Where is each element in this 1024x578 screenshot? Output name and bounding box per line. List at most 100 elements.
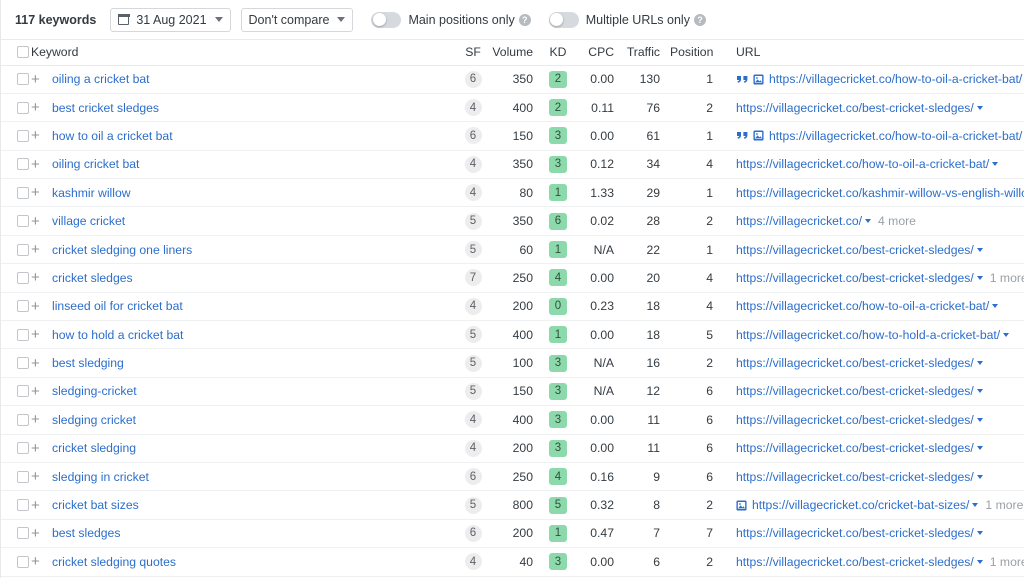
multiple-urls-only-toggle[interactable] (548, 11, 579, 28)
more-urls-link[interactable]: 4 more (878, 214, 916, 228)
date-picker-button[interactable]: 31 Aug 2021 (110, 7, 231, 32)
keyword-link[interactable]: best sledging (52, 356, 124, 370)
keyword-link[interactable]: cricket sledging quotes (52, 555, 176, 569)
table-row[interactable]: + best sledges 6 200 1 0.47 7 7 https://villagec… (1, 519, 1024, 549)
chevron-down-icon[interactable] (976, 417, 983, 422)
row-checkbox[interactable] (17, 300, 29, 313)
keyword-link[interactable]: best cricket sledges (52, 101, 159, 115)
select-all-checkbox[interactable] (17, 46, 29, 59)
add-keyword-icon[interactable]: + (31, 72, 45, 87)
keyword-link[interactable]: sledging in cricket (52, 470, 149, 484)
row-checkbox[interactable] (17, 328, 29, 341)
url-link[interactable]: https://villagecricket.co/best-cricket-s… (736, 555, 974, 569)
question-mark-icon[interactable]: ? (518, 13, 531, 26)
chevron-down-icon[interactable] (992, 304, 999, 309)
keyword-link[interactable]: sledging-cricket (52, 384, 137, 398)
add-keyword-icon[interactable]: + (31, 128, 45, 143)
table-row[interactable]: + sledging cricket 4 400 3 0.00 11 6 https://vil… (1, 405, 1024, 435)
row-checkbox[interactable] (17, 186, 29, 199)
table-row[interactable]: + cricket sledging quotes 4 40 3 0.00 6 2 https:… (1, 547, 1024, 577)
add-keyword-icon[interactable]: + (31, 412, 45, 427)
main-positions-only-toggle[interactable] (371, 11, 402, 28)
row-checkbox[interactable] (17, 527, 29, 540)
keyword-link[interactable]: oiling cricket bat (52, 157, 139, 171)
row-checkbox[interactable] (17, 215, 29, 228)
row-checkbox[interactable] (17, 158, 29, 171)
row-checkbox[interactable] (17, 271, 29, 284)
chevron-down-icon[interactable] (865, 219, 871, 224)
url-link[interactable]: https://villagecricket.co/best-cricket-s… (736, 526, 974, 540)
table-row[interactable]: + how to oil a cricket bat 6 150 3 0.00 61 1 htt… (1, 121, 1024, 151)
keyword-link[interactable]: cricket sledging (52, 441, 136, 455)
table-row[interactable]: + cricket bat sizes 5 800 5 0.32 8 2 https://vil… (1, 490, 1024, 520)
url-link[interactable]: https://villagecricket.co/best-cricket-s… (736, 101, 974, 115)
url-link[interactable]: https://villagecricket.co/best-cricket-s… (736, 356, 974, 370)
row-checkbox[interactable] (17, 357, 29, 370)
add-keyword-icon[interactable]: + (31, 441, 45, 456)
table-row[interactable]: + best cricket sledges 4 400 2 0.11 76 2 https:/… (1, 93, 1024, 123)
row-checkbox[interactable] (17, 129, 29, 142)
row-checkbox[interactable] (17, 470, 29, 483)
url-link[interactable]: https://villagecricket.co/best-cricket-s… (736, 384, 974, 398)
table-row[interactable]: + sledging in cricket 6 250 4 0.16 9 6 https://v… (1, 462, 1024, 492)
add-keyword-icon[interactable]: + (31, 185, 45, 200)
featured-snippet-icon[interactable] (736, 131, 749, 140)
url-link[interactable]: https://villagecricket.co/how-to-oil-a-c… (769, 72, 1022, 86)
more-urls-link[interactable]: 1 more (990, 555, 1024, 569)
keyword-link[interactable]: cricket sledging one liners (52, 243, 192, 257)
keyword-link[interactable]: how to hold a cricket bat (52, 328, 183, 342)
add-keyword-icon[interactable]: + (31, 384, 45, 399)
url-link[interactable]: https://villagecricket.co/how-to-oil-a-c… (769, 129, 1022, 143)
chevron-down-icon[interactable] (976, 275, 983, 280)
keyword-link[interactable]: oiling a cricket bat (52, 72, 150, 86)
add-keyword-icon[interactable]: + (31, 299, 45, 314)
url-link[interactable]: https://villagecricket.co/ (736, 214, 862, 228)
table-row[interactable]: + best sledging 5 100 3 N/A 16 2 https://village… (1, 348, 1024, 378)
url-link[interactable]: https://villagecricket.co/how-to-oil-a-c… (736, 157, 989, 171)
keyword-link[interactable]: village cricket (52, 214, 125, 228)
chevron-down-icon[interactable] (972, 503, 979, 508)
url-link[interactable]: https://villagecricket.co/how-to-hold-a-… (736, 328, 1000, 342)
keyword-link[interactable]: how to oil a cricket bat (52, 129, 173, 143)
row-checkbox[interactable] (17, 73, 29, 86)
table-row[interactable]: + cricket sledging 4 200 3 0.00 11 6 https://vil… (1, 434, 1024, 463)
chevron-down-icon[interactable] (1003, 332, 1010, 337)
compare-select[interactable]: Don't compare (240, 7, 354, 32)
table-row[interactable]: + oiling cricket bat 4 350 3 0.12 34 4 https://v… (1, 150, 1024, 180)
chevron-down-icon[interactable] (976, 559, 983, 564)
column-header-keyword[interactable]: Keyword (31, 40, 456, 66)
more-urls-link[interactable]: 1 more (990, 271, 1024, 285)
add-keyword-icon[interactable]: + (31, 498, 45, 513)
chevron-down-icon[interactable] (976, 531, 983, 536)
row-checkbox[interactable] (17, 442, 29, 455)
question-mark-icon[interactable]: ? (693, 13, 706, 26)
keyword-link[interactable]: sledging cricket (52, 413, 136, 427)
add-keyword-icon[interactable]: + (31, 356, 45, 371)
table-row[interactable]: + sledging-cricket 5 150 3 N/A 12 6 https://vill… (1, 377, 1024, 407)
url-link[interactable]: https://villagecricket.co/best-cricket-s… (736, 413, 974, 427)
chevron-down-icon[interactable] (992, 162, 999, 167)
chevron-down-icon[interactable] (976, 474, 983, 479)
add-keyword-icon[interactable]: + (31, 214, 45, 229)
chevron-down-icon[interactable] (976, 389, 983, 394)
chevron-down-icon[interactable] (976, 105, 983, 110)
url-link[interactable]: https://villagecricket.co/best-cricket-s… (736, 243, 974, 257)
keyword-link[interactable]: cricket sledges (52, 271, 133, 285)
url-link[interactable]: https://villagecricket.co/best-cricket-s… (736, 470, 974, 484)
add-keyword-icon[interactable]: + (31, 554, 45, 569)
add-keyword-icon[interactable]: + (31, 100, 45, 115)
row-checkbox[interactable] (17, 385, 29, 398)
add-keyword-icon[interactable]: + (31, 270, 45, 285)
table-row[interactable]: + village cricket 5 350 6 0.02 28 2 https://vill… (1, 206, 1024, 236)
url-link[interactable]: https://villagecricket.co/how-to-oil-a-c… (736, 299, 989, 313)
url-link[interactable]: https://villagecricket.co/best-cricket-s… (736, 441, 974, 455)
column-header-url[interactable]: URL (726, 40, 1024, 66)
image-pack-icon[interactable] (753, 74, 764, 85)
add-keyword-icon[interactable]: + (31, 526, 45, 541)
featured-snippet-icon[interactable] (736, 75, 749, 84)
image-pack-icon[interactable] (753, 130, 764, 142)
more-urls-link[interactable]: 1 more (985, 498, 1023, 512)
column-header-traffic[interactable]: Traffic (618, 40, 670, 66)
column-header-sf[interactable]: SF (456, 40, 490, 66)
chevron-down-icon[interactable] (976, 247, 983, 252)
